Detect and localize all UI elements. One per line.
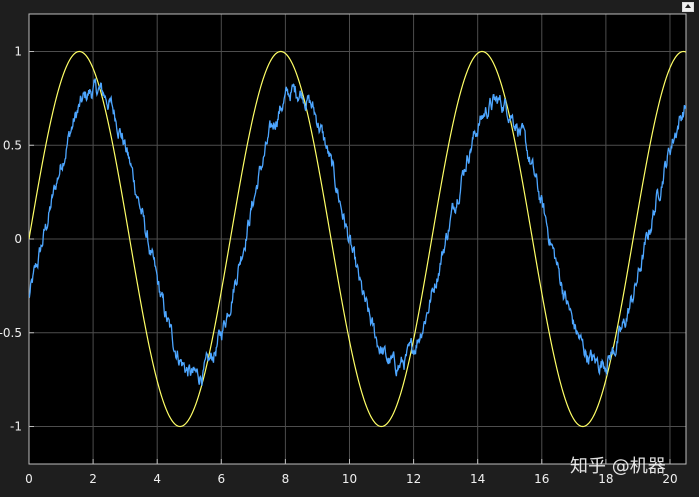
y-tick-label: -1 bbox=[10, 420, 22, 434]
x-tick-label: 18 bbox=[598, 472, 613, 486]
x-tick-label: 14 bbox=[470, 472, 485, 486]
x-tick-label: 2 bbox=[89, 472, 97, 486]
axes-restore-button[interactable] bbox=[682, 2, 694, 12]
x-tick-label: 6 bbox=[217, 472, 225, 486]
x-tick-label: 0 bbox=[25, 472, 33, 486]
y-tick-label: 0 bbox=[14, 232, 22, 246]
x-tick-label: 10 bbox=[342, 472, 357, 486]
scope-window: 0 2 4 6 8 10 12 14 16 18 20 1 0.5 0 -0.5 -1 知乎 @机器 bbox=[0, 0, 699, 497]
scope-plot: 0 2 4 6 8 10 12 14 16 18 20 1 0.5 0 -0.5 -1 bbox=[0, 13, 687, 486]
x-tick-label: 20 bbox=[662, 472, 677, 486]
x-tick-label: 12 bbox=[406, 472, 421, 486]
x-tick-label: 8 bbox=[282, 472, 290, 486]
x-tick-label: 4 bbox=[153, 472, 161, 486]
y-tick-label: -0.5 bbox=[0, 326, 22, 340]
x-tick-label: 16 bbox=[534, 472, 549, 486]
up-arrow-icon bbox=[685, 4, 691, 8]
y-tick-label: 0.5 bbox=[3, 138, 22, 152]
y-tick-label: 1 bbox=[14, 45, 22, 59]
